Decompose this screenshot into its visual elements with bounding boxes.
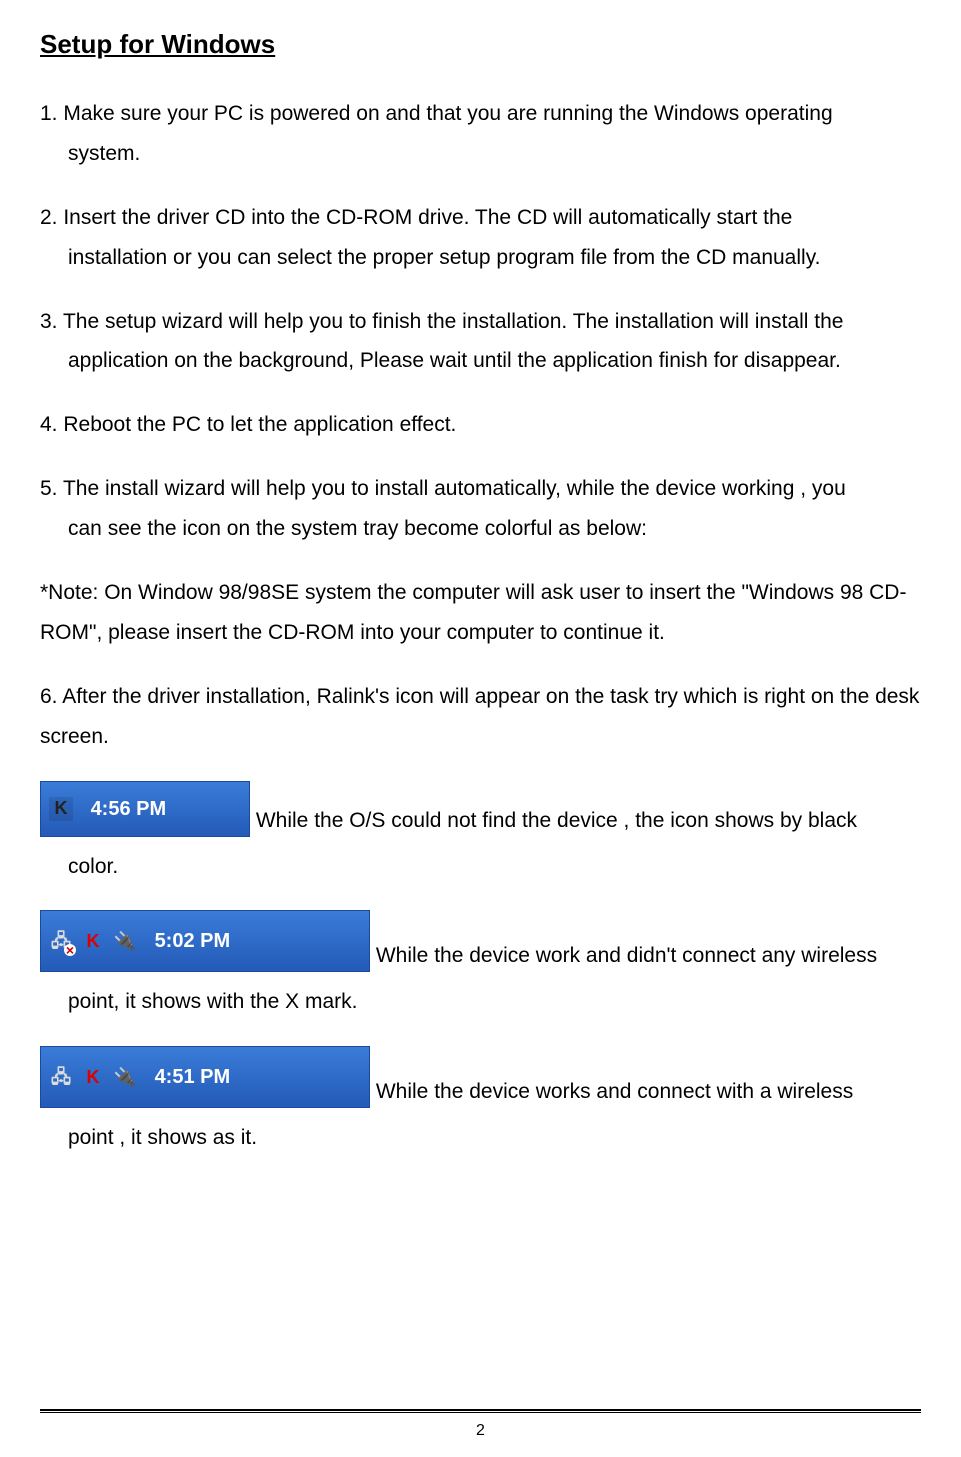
step-4: 4. Reboot the PC to let the application … — [40, 405, 921, 445]
device-icon: 🔌 — [113, 929, 137, 953]
tray-2-caption-cont: point, it shows with the X mark. — [40, 982, 921, 1022]
tray-3-caption-inline: While the device works and connect with … — [376, 1080, 853, 1103]
page-footer: 2 — [0, 1409, 961, 1443]
step-3-lead: 3. The setup wizard will help you to fin… — [40, 310, 844, 333]
page-number: 2 — [0, 1419, 961, 1443]
systray-image-x-mark: 🖧 K 🔌 5:02 PM — [40, 910, 370, 972]
step-1-lead: 1. Make sure your PC is powered on and t… — [40, 102, 833, 125]
footer-separator — [40, 1409, 921, 1413]
step-2-lead: 2. Insert the driver CD into the CD-ROM … — [40, 206, 792, 229]
ralink-icon-red: K — [81, 1065, 105, 1089]
network-icon-connected: 🖧 — [49, 1065, 73, 1089]
step-2-cont: installation or you can select the prope… — [40, 238, 921, 278]
systray-image-connected: 🖧 K 🔌 4:51 PM — [40, 1046, 370, 1108]
tray-3-caption-cont: point , it shows as it. — [40, 1118, 921, 1158]
page-title: Setup for Windows — [40, 25, 921, 64]
step-1: 1. Make sure your PC is powered on and t… — [40, 94, 921, 174]
step-5-lead: 5. The install wizard will help you to i… — [40, 477, 846, 500]
step-3: 3. The setup wizard will help you to fin… — [40, 302, 921, 382]
ralink-icon-red-x: K — [81, 929, 105, 953]
step-5: 5. The install wizard will help you to i… — [40, 469, 921, 549]
device-icon: 🔌 — [113, 1065, 137, 1089]
step-6: 6. After the driver installation, Ralink… — [40, 677, 921, 757]
systray-clock: 5:02 PM — [155, 930, 231, 952]
tray-example-2: 🖧 K 🔌 5:02 PM While the device work and … — [40, 910, 921, 1022]
systray-clock: 4:56 PM — [91, 798, 167, 820]
tray-1-caption-inline: While the O/S could not find the device … — [256, 809, 857, 832]
tray-example-1: K 4:56 PM While the O/S could not find t… — [40, 781, 921, 887]
tray-1-caption-cont: color. — [40, 847, 921, 887]
systray-image-black-icon: K 4:56 PM — [40, 781, 250, 837]
ralink-icon-black: K — [49, 797, 73, 821]
tray-2-caption-inline: While the device work and didn't connect… — [376, 945, 877, 968]
step-3-cont: application on the background, Please wa… — [40, 341, 921, 381]
step-2: 2. Insert the driver CD into the CD-ROM … — [40, 198, 921, 278]
step-5-cont: can see the icon on the system tray beco… — [40, 509, 921, 549]
network-icon-disconnected: 🖧 — [49, 929, 73, 953]
step-1-cont: system. — [40, 134, 921, 174]
note-text: *Note: On Window 98/98SE system the comp… — [40, 573, 921, 653]
tray-example-3: 🖧 K 🔌 4:51 PM While the device works and… — [40, 1046, 921, 1158]
systray-clock: 4:51 PM — [155, 1066, 231, 1088]
